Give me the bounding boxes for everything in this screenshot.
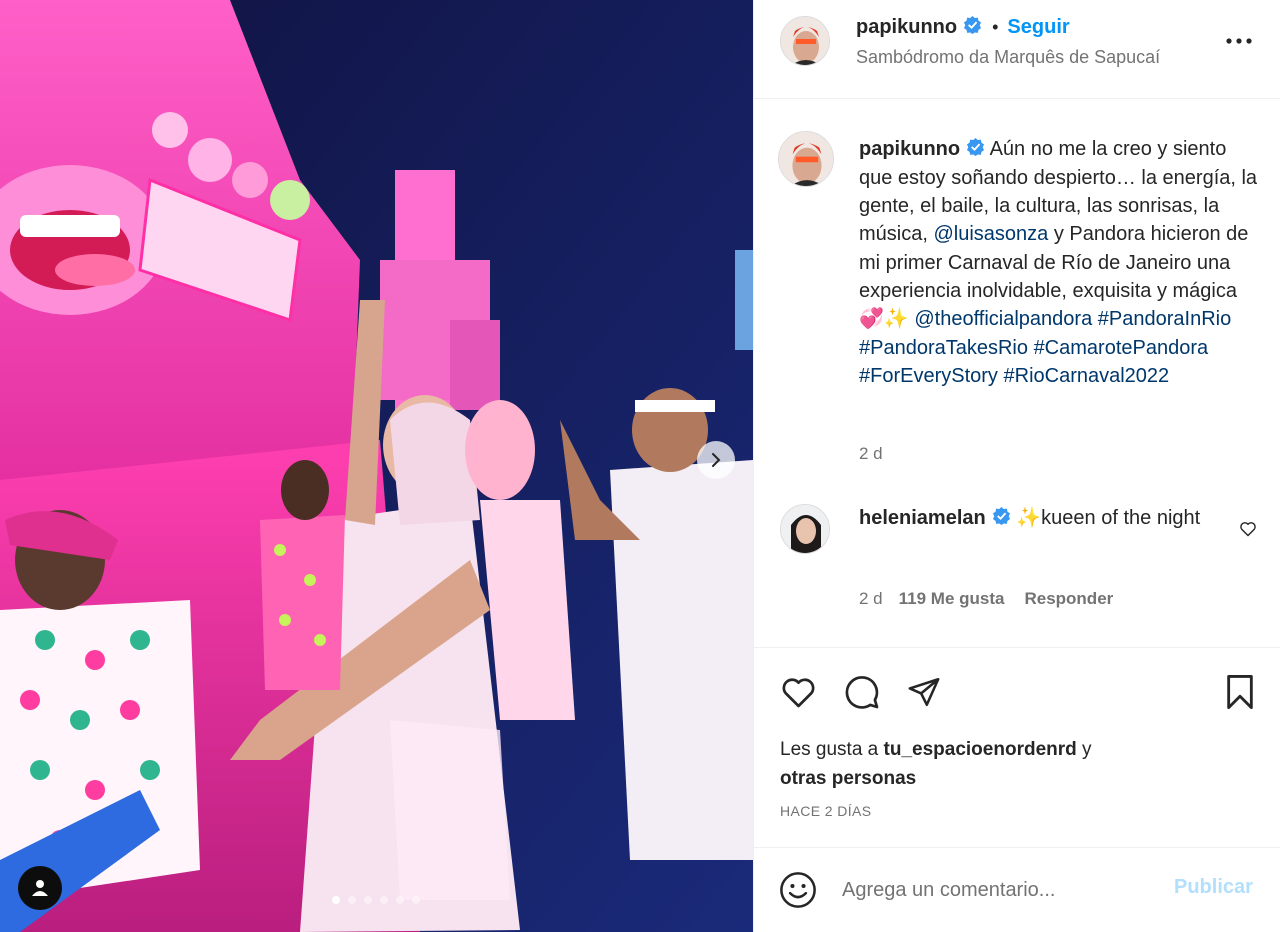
bookmark-icon [1227, 675, 1253, 709]
reply-button[interactable]: Responder [1024, 589, 1113, 609]
chevron-right-icon [712, 453, 721, 467]
comment-time[interactable]: 2 d [859, 589, 883, 609]
verified-badge-icon [992, 505, 1011, 533]
comment-text: ✨kueen of the night [1016, 507, 1201, 529]
verified-badge-icon [966, 136, 985, 164]
mention-link-theofficialpandora[interactable]: @theofficialpandora [914, 308, 1092, 330]
post-date[interactable]: HACE 2 DÍAS [780, 803, 872, 819]
caption-time[interactable]: 2 d [859, 444, 883, 464]
comment-like-count[interactable]: 119 Me gusta [899, 589, 1005, 609]
carousel-dot [364, 896, 372, 904]
tagged-users-button[interactable] [18, 866, 62, 910]
more-options-button[interactable] [1224, 30, 1254, 52]
post-caption: papikunno Aún no me la creo y siento que… [859, 135, 1259, 390]
comments-section: papikunno Aún no me la creo y siento que… [754, 99, 1280, 648]
instagram-post-view: papikunno • Seguir Sambódromo da Marquês… [0, 0, 1280, 932]
comment-button[interactable] [840, 670, 884, 714]
header-user-row: papikunno • Seguir [856, 15, 1070, 39]
paper-plane-icon [908, 677, 940, 707]
hashtag-link[interactable]: #RioCarnaval2022 [1004, 365, 1170, 387]
comment-meta: 2 d 119 Me gusta Responder [859, 589, 1113, 609]
more-horizontal-icon [1226, 38, 1252, 44]
avatar-image [781, 505, 829, 553]
follow-button[interactable]: Seguir [1007, 16, 1069, 39]
speech-bubble-icon [845, 676, 879, 709]
avatar-image [781, 17, 829, 65]
save-button[interactable] [1220, 670, 1260, 714]
hashtag-link[interactable]: #CamarotePandora [1034, 337, 1209, 359]
like-comment-button[interactable] [1236, 517, 1260, 541]
commenter-username[interactable]: heleniamelan [859, 507, 986, 529]
hashtag-link[interactable]: #ForEveryStory [859, 365, 998, 387]
hashtag-link[interactable]: #PandoraTakesRio [859, 337, 1028, 359]
caption-author-username[interactable]: papikunno [859, 138, 960, 160]
hashtag-link[interactable]: #PandoraInRio [1098, 308, 1231, 330]
post-details-panel: papikunno • Seguir Sambódromo da Marquês… [753, 0, 1280, 932]
likes-mid: y [1076, 739, 1092, 760]
carnival-photo [0, 0, 753, 932]
avatar-image [779, 132, 833, 186]
likes-prefix: Les gusta a [780, 739, 884, 760]
carousel-dot [332, 896, 340, 904]
author-username[interactable]: papikunno [856, 16, 957, 39]
comment-composer: Publicar [754, 848, 1280, 932]
liker-username[interactable]: tu_espacioenordenrd [884, 739, 1077, 760]
comment-body: heleniamelan ✨kueen of the night [859, 504, 1219, 533]
like-button[interactable] [776, 670, 820, 714]
carousel-dot [396, 896, 404, 904]
caption-author-avatar[interactable] [778, 131, 834, 187]
mention-link-luisasonza[interactable]: @luisasonza [933, 223, 1048, 245]
share-button[interactable] [902, 670, 946, 714]
carousel-indicator [332, 896, 420, 904]
author-avatar[interactable] [780, 16, 830, 66]
likes-others-link[interactable]: otras personas [780, 768, 916, 789]
likes-summary: Les gusta a tu_espacioenordenrd y otras … [780, 736, 1220, 793]
carousel-dot [412, 896, 420, 904]
smiley-icon [780, 872, 816, 908]
post-location[interactable]: Sambódromo da Marquês de Sapucaí [856, 47, 1160, 68]
header-separator: • [992, 17, 999, 37]
carousel-dot [380, 896, 388, 904]
heart-outline-icon [782, 677, 814, 707]
next-photo-button[interactable] [697, 441, 735, 479]
heart-outline-icon [1240, 522, 1256, 537]
post-actions: Les gusta a tu_espacioenordenrd y otras … [754, 648, 1280, 848]
publish-button[interactable]: Publicar [1174, 876, 1253, 899]
emoji-button[interactable] [776, 868, 820, 912]
commenter-avatar[interactable] [780, 504, 830, 554]
verified-badge-icon [963, 15, 982, 39]
carousel-dot [348, 896, 356, 904]
post-header: papikunno • Seguir Sambódromo da Marquês… [754, 0, 1280, 99]
comment-input[interactable] [842, 875, 1162, 905]
post-photo[interactable] [0, 0, 753, 932]
user-icon [32, 880, 48, 896]
